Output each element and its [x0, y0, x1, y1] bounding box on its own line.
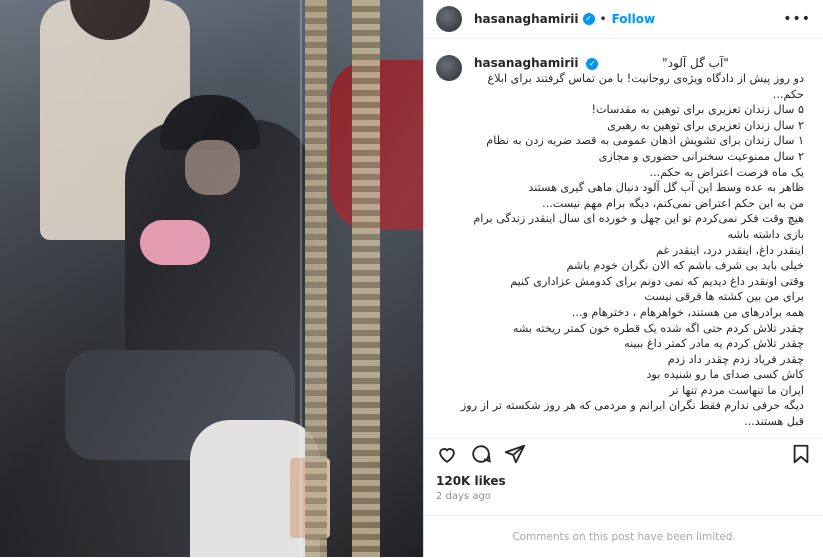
- caption-line: چقدر تلاش کردم یه مادر کمتر داغ ببینه: [624, 337, 804, 351]
- caption-line: ۲ سال زندان تعزیری برای توهین به رهبری: [607, 118, 804, 132]
- caption-body: hasanaghamirii ✓ "آب گل آلود" دو روز پیش…: [460, 55, 804, 432]
- instagram-post: hasanaghamirii ✓ • Follow ••• hasanagham…: [0, 0, 823, 557]
- action-bar: [424, 438, 823, 468]
- caption-line: چقدر فریاد زدم چقدر داد زدم: [667, 352, 804, 366]
- caption-line: دیگه حرفی ندارم فقط نگران ایرانم و مردمی…: [460, 399, 804, 413]
- caption-username[interactable]: hasanaghamirii: [474, 56, 579, 70]
- more-options-icon[interactable]: •••: [783, 11, 811, 27]
- caption-line: دو روز پیش از دادگاه ویژه‌ی روحانیت! با …: [487, 72, 804, 85]
- avatar[interactable]: [436, 6, 462, 32]
- likes-count[interactable]: 120K likes: [436, 474, 506, 488]
- verified-badge-icon: ✓: [582, 13, 595, 25]
- caption-line: اینقدر داغ، اینقدر درد، اینقدر غم: [655, 243, 804, 257]
- post-photo[interactable]: [0, 0, 423, 557]
- caption-line: یک ماه فرصت اعتراض به حکم...: [649, 165, 804, 179]
- caption-line: برای من بین کشته ها فرقی نیست: [644, 290, 804, 304]
- caption-line: همه برادرهای من هستند، خواهرهام ، دخترها…: [571, 305, 804, 319]
- caption-line: ایران ما تنهاست مردم تنها تر: [669, 383, 804, 397]
- post-side-panel: hasanaghamirii ✓ • Follow ••• hasanagham…: [423, 0, 823, 557]
- caption-line: یا لطیف: [474, 430, 804, 432]
- caption-text: دو روز پیش از دادگاه ویژه‌ی روحانیت! با …: [460, 71, 804, 432]
- caption-line: من به این حکم اعتراض نمی‌کنم، دیگه برام …: [542, 196, 804, 210]
- caption-line: ۱ سال زندان برای تشویش اذهان عمومی به قص…: [486, 134, 804, 148]
- caption-avatar[interactable]: [436, 55, 462, 81]
- header-separator: •: [599, 12, 607, 26]
- caption-line: چقدر تلاش کردم حتی اگه شده یک قطره خون ک…: [512, 321, 804, 335]
- comments-limited-notice: Comments on this post have been limited.: [424, 515, 823, 558]
- comment-icon[interactable]: [470, 443, 492, 465]
- caption-line: وقتی اونقدر داغ دیدیم که نمی دونم برای ک…: [510, 274, 804, 288]
- caption-line: ۲ سال ممنوعیت سخنرانی حضوری و مجازی: [598, 149, 804, 163]
- caption-line: خیلی باید بی شرف باشم که الان نگران خودم…: [566, 259, 804, 273]
- follow-button[interactable]: Follow: [612, 12, 656, 26]
- caption-line: حکم...: [772, 87, 804, 101]
- caption-section: hasanaghamirii ✓ "آب گل آلود" دو روز پیش…: [424, 39, 823, 431]
- caption-line: قبل هستند...: [744, 415, 804, 429]
- caption-line: ۵ سال زندان تعزیری برای توهین به مقدسات!: [591, 103, 804, 117]
- caption-head: hasanaghamirii ✓ "آب گل آلود": [474, 55, 804, 71]
- bookmark-icon[interactable]: [790, 443, 812, 465]
- caption-line: بازی داشته باشه: [727, 227, 804, 241]
- post-timestamp[interactable]: 2 days ago: [436, 491, 491, 502]
- caption-title: "آب گل آلود": [662, 56, 729, 70]
- caption-line: هیچ وقت فکر نمی‌کردم تو این چهل و خورده …: [473, 212, 804, 226]
- caption-line: ظاهر به عده وسط این آب گل آلود دنبال ماه…: [528, 181, 804, 195]
- header-username[interactable]: hasanaghamirii: [474, 12, 579, 26]
- photo-glass-reflection: [0, 0, 423, 557]
- post-header: hasanaghamirii ✓ • Follow •••: [424, 0, 823, 39]
- verified-badge-icon: ✓: [586, 57, 599, 70]
- share-icon[interactable]: [504, 443, 526, 465]
- heart-icon[interactable]: [436, 443, 458, 465]
- caption-line: کاش کسی صدای ما رو شنیده بود: [646, 368, 804, 382]
